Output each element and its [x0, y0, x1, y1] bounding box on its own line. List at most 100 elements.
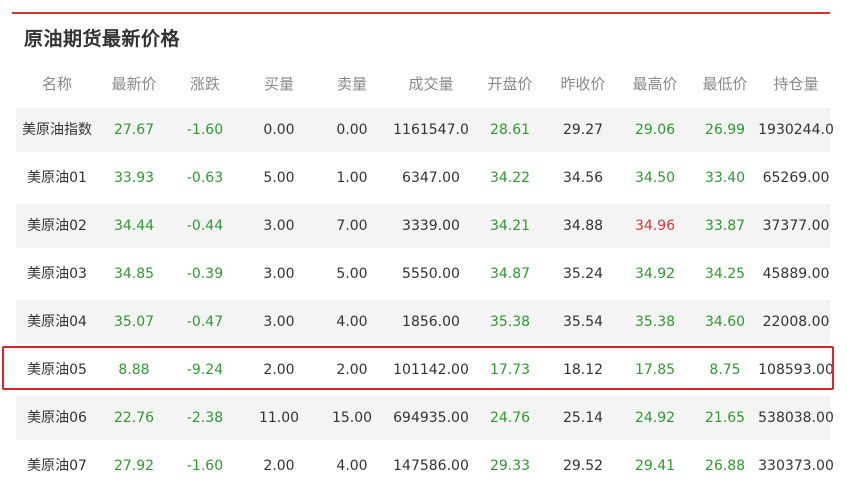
page-title: 原油期货最新价格 — [24, 28, 181, 50]
row-sell-volume: 15.00 — [331, 410, 373, 426]
header-buy-volume[interactable]: 买量 — [242, 60, 316, 108]
row-latest-price: 27.92 — [113, 458, 155, 474]
row-low: 26.99 — [704, 122, 746, 138]
row-open-price: 34.22 — [489, 170, 531, 186]
row-open-interest: 538038.00 — [758, 410, 834, 426]
row-open-price: 28.61 — [489, 122, 531, 138]
row-latest-price: 35.07 — [113, 314, 155, 330]
row-sell-volume: 1.00 — [336, 170, 368, 186]
row-buy-volume: 5.00 — [263, 170, 295, 186]
row-low: 21.65 — [704, 410, 746, 426]
table-row[interactable]: 美原油04 35.07 -0.47 3.00 4.00 1856.00 35.38 35.54… — [16, 300, 830, 344]
row-volume: 1161547.0 — [393, 122, 469, 138]
row-name[interactable]: 美原油02 — [16, 204, 98, 248]
row-sell-volume: 4.00 — [336, 314, 368, 330]
row-high: 34.96 — [634, 218, 676, 234]
row-change: -0.47 — [186, 314, 224, 330]
row-open-price: 29.33 — [489, 458, 531, 474]
row-high: 24.92 — [634, 410, 676, 426]
table-row[interactable]: 美原油02 34.44 -0.44 3.00 7.00 3339.00 34.21 34.88… — [16, 204, 830, 248]
row-open-interest: 37377.00 — [762, 218, 830, 234]
row-name[interactable]: 美原油指数 — [16, 108, 98, 152]
row-buy-volume: 3.00 — [263, 218, 295, 234]
row-open-price: 34.21 — [489, 218, 531, 234]
row-change: -0.44 — [186, 218, 224, 234]
header-open-interest[interactable]: 持仓量 — [758, 60, 834, 108]
table-row[interactable]: 美原油指数 27.67 -1.60 0.00 0.00 1161547.0 28.61 29.… — [16, 108, 834, 152]
row-sell-volume: 5.00 — [336, 266, 368, 282]
row-sell-volume: 0.00 — [336, 122, 368, 138]
row-latest-price: 22.76 — [113, 410, 155, 426]
row-open-interest: 330373.00 — [758, 458, 834, 474]
row-open-interest: 22008.00 — [762, 314, 830, 330]
row-name[interactable]: 美原油03 — [16, 252, 98, 296]
row-open-price: 24.76 — [489, 410, 531, 426]
row-buy-volume: 3.00 — [263, 266, 295, 282]
row-prev-close: 35.54 — [562, 314, 604, 330]
header-latest-price[interactable]: 最新价 — [100, 60, 168, 108]
row-open-price: 35.38 — [489, 314, 531, 330]
row-open-price: 34.87 — [489, 266, 531, 282]
table-row[interactable]: 美原油03 34.85 -0.39 3.00 5.00 5550.00 34.87 35.24… — [16, 252, 830, 296]
header-change[interactable]: 涨跌 — [170, 60, 240, 108]
row-low: 34.60 — [704, 314, 746, 330]
highlighted-row-outline — [2, 346, 834, 390]
row-volume: 5550.00 — [402, 266, 460, 282]
row-sell-volume: 7.00 — [336, 218, 368, 234]
table-row[interactable]: 美原油01 33.93 -0.63 5.00 1.00 6347.00 34.22 34.56… — [16, 156, 830, 200]
row-prev-close: 34.56 — [562, 170, 604, 186]
crude-oil-futures-panel: 原油期货最新价格 名称 最新价 涨跌 买量 卖量 成交量 开盘价 昨收价 最高价… — [12, 0, 834, 500]
row-change: -1.60 — [186, 458, 224, 474]
row-high: 29.41 — [634, 458, 676, 474]
row-name[interactable]: 美原油01 — [16, 156, 98, 200]
row-sell-volume: 4.00 — [336, 458, 368, 474]
row-high: 34.92 — [634, 266, 676, 282]
row-volume: 694935.00 — [393, 410, 469, 426]
header-prev-close[interactable]: 昨收价 — [546, 60, 620, 108]
header-sell-volume[interactable]: 卖量 — [318, 60, 386, 108]
row-volume: 147586.00 — [393, 458, 469, 474]
title-accent-rule — [12, 12, 830, 14]
row-buy-volume: 3.00 — [263, 314, 295, 330]
row-open-interest: 1930244.0 — [758, 122, 834, 138]
row-name[interactable]: 美原油07 — [16, 444, 98, 488]
row-high: 34.50 — [634, 170, 676, 186]
row-buy-volume: 2.00 — [263, 458, 295, 474]
row-prev-close: 29.27 — [562, 122, 604, 138]
row-latest-price: 34.85 — [113, 266, 155, 282]
table-row[interactable]: 美原油06 22.76 -2.38 11.00 15.00 694935.00 24.76 2… — [16, 396, 834, 440]
header-open-price[interactable]: 开盘价 — [474, 60, 546, 108]
row-change: -1.60 — [186, 122, 224, 138]
row-prev-close: 34.88 — [562, 218, 604, 234]
header-volume[interactable]: 成交量 — [388, 60, 474, 108]
header-low[interactable]: 最低价 — [690, 60, 760, 108]
header-high[interactable]: 最高价 — [620, 60, 690, 108]
table-row[interactable]: 美原油07 27.92 -1.60 2.00 4.00 147586.00 29.33 29.… — [16, 444, 834, 488]
header-name[interactable]: 名称 — [16, 60, 98, 108]
row-prev-close: 29.52 — [562, 458, 604, 474]
row-volume: 1856.00 — [402, 314, 460, 330]
row-high: 35.38 — [634, 314, 676, 330]
row-name[interactable]: 美原油04 — [16, 300, 98, 344]
row-open-interest: 65269.00 — [762, 170, 830, 186]
row-latest-price: 34.44 — [113, 218, 155, 234]
row-volume: 6347.00 — [402, 170, 460, 186]
row-buy-volume: 0.00 — [263, 122, 295, 138]
row-open-interest: 45889.00 — [762, 266, 830, 282]
row-volume: 3339.00 — [402, 218, 460, 234]
row-change: -0.63 — [186, 170, 224, 186]
row-high: 29.06 — [634, 122, 676, 138]
row-change: -0.39 — [186, 266, 224, 282]
row-latest-price: 33.93 — [113, 170, 155, 186]
row-low: 33.87 — [704, 218, 746, 234]
row-low: 34.25 — [704, 266, 746, 282]
row-low: 26.88 — [704, 458, 746, 474]
row-prev-close: 25.14 — [562, 410, 604, 426]
row-low: 33.40 — [704, 170, 746, 186]
row-change: -2.38 — [186, 410, 224, 426]
row-latest-price: 27.67 — [113, 122, 155, 138]
table-header-row: 名称 最新价 涨跌 买量 卖量 成交量 开盘价 昨收价 最高价 最低价 持仓量 — [16, 60, 830, 108]
row-buy-volume: 11.00 — [258, 410, 300, 426]
row-name[interactable]: 美原油06 — [16, 396, 98, 440]
row-prev-close: 35.24 — [562, 266, 604, 282]
